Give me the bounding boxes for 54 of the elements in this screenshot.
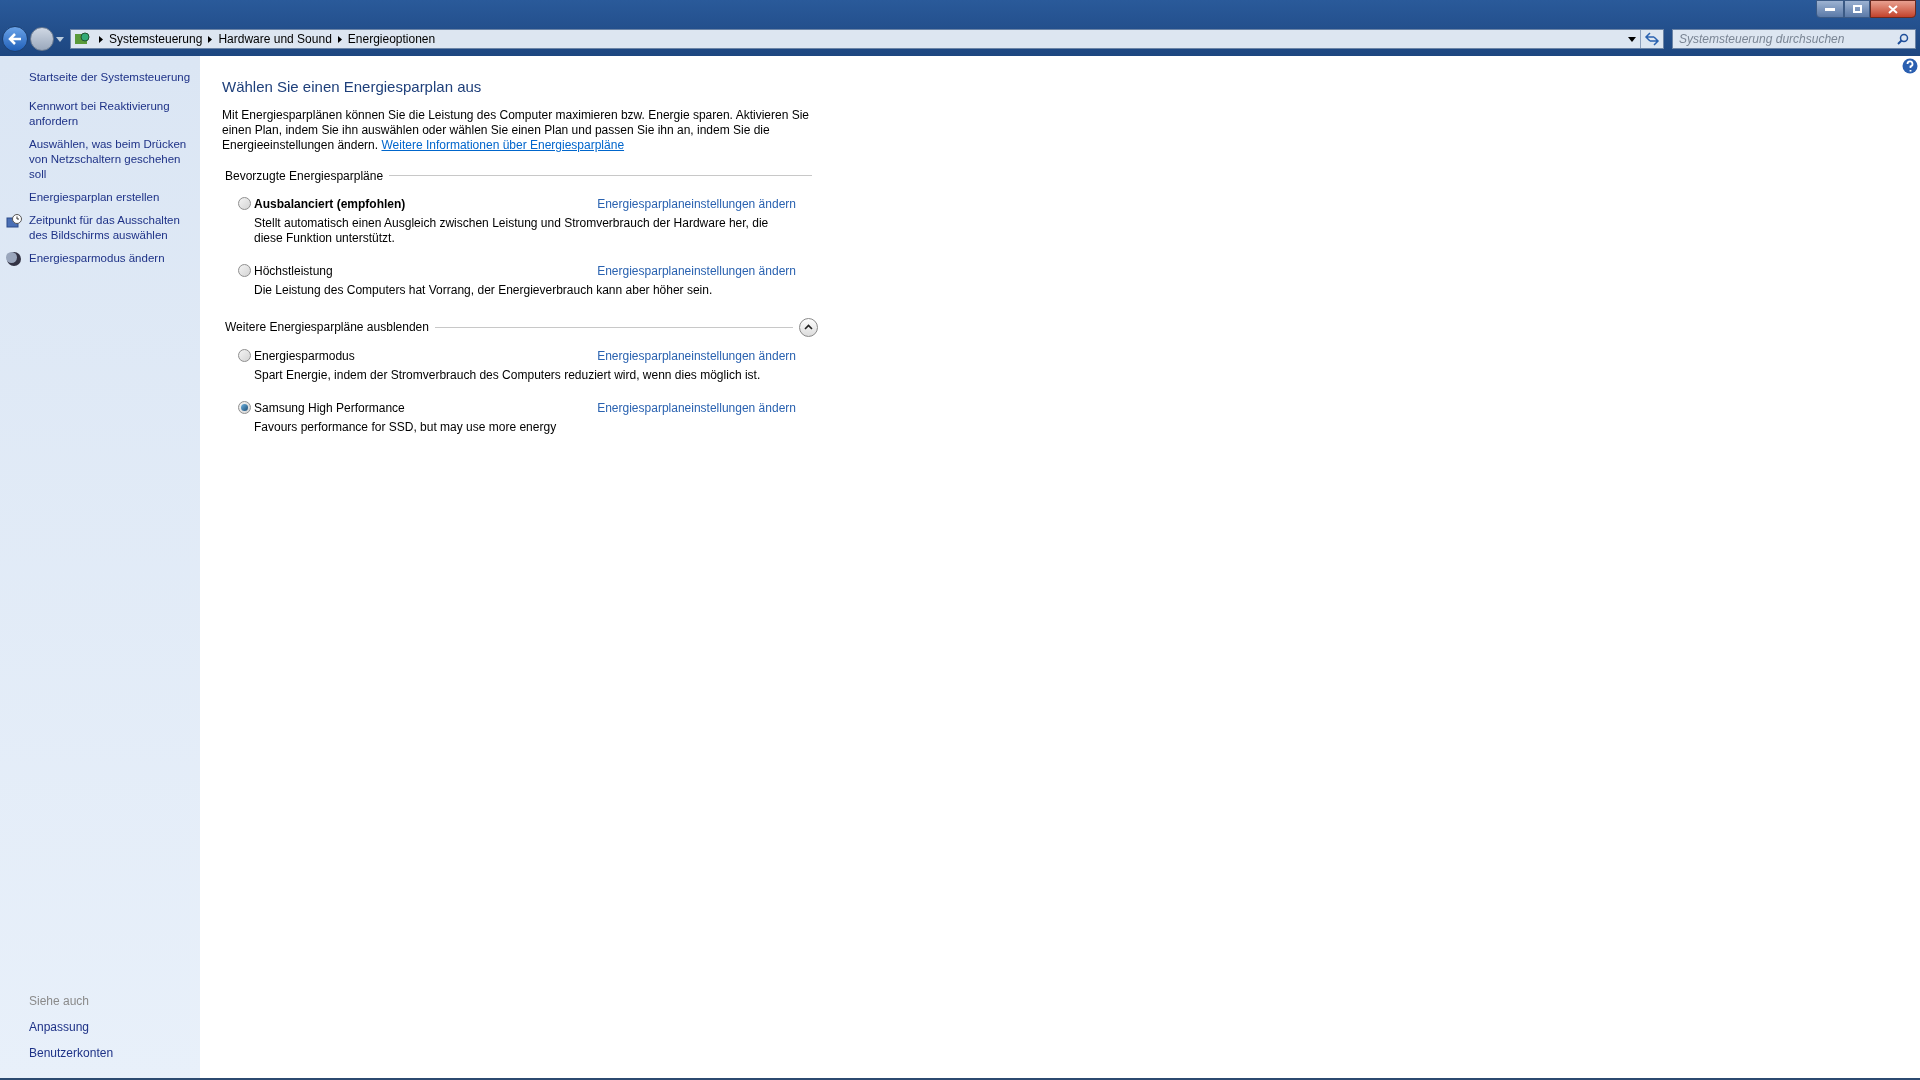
sidebar-link[interactable]: Kennwort bei Reaktivierung anfordern	[29, 99, 200, 129]
radio-button[interactable]	[238, 400, 251, 414]
chevron-right-icon[interactable]	[99, 35, 103, 43]
address-bar[interactable]: Systemsteuerung Hardware und Sound Energieoptionen	[70, 29, 1664, 49]
plan-description: Stellt automatisch einen Ausgleich zwischen Leistung und Stromverbrauch der Hardware her, die diese Funktion unterstützt.	[254, 215, 770, 246]
sidebar-link[interactable]: Benutzerkonten	[29, 1044, 200, 1062]
close-icon	[1888, 4, 1898, 14]
control-panel-icon	[74, 31, 90, 47]
plan-name: Energiesparmodus	[254, 347, 355, 365]
search-field[interactable]: Systemsteuerung durchsuchen	[1672, 29, 1916, 49]
more-info-link[interactable]: Weitere Informationen über Energiesparpläne	[381, 137, 625, 152]
radio-button[interactable]	[238, 348, 251, 362]
sidebar-link[interactable]: Auswählen, was beim Drücken von Netzschaltern geschehen soll	[29, 137, 200, 182]
plan-name: Samsung High Performance	[254, 399, 405, 417]
close-button[interactable]	[1870, 0, 1916, 18]
plan-description: Spart Energie, indem der Stromverbrauch des Computers reduziert wird, wenn dies möglich ist.	[254, 367, 762, 383]
plan-name: Ausbalanciert (empfohlen)	[254, 195, 406, 213]
minimize-button[interactable]	[1816, 0, 1844, 18]
sidebar-link[interactable]: Anpassung	[29, 1018, 200, 1036]
sidebar-link[interactable]: Zeitpunkt für das Ausschalten des Bildschirms auswählen	[29, 213, 200, 243]
plan-settings-link[interactable]: Energiesparplaneinstellungen ändern	[597, 261, 796, 280]
breadcrumb-link[interactable]: Energieoptionen	[347, 30, 436, 48]
group-heading: Bevorzugte Energiesparpläne	[225, 167, 384, 185]
sidebar-link[interactable]: Energiesparmodus ändern	[29, 251, 200, 266]
radio-button[interactable]	[238, 263, 251, 277]
plan-settings-link[interactable]: Energiesparplaneinstellungen ändern	[597, 194, 796, 213]
breadcrumb-link[interactable]: Hardware und Sound	[218, 30, 332, 48]
plan-name: Höchstleistung	[254, 262, 333, 280]
help-icon[interactable]	[1902, 58, 1918, 74]
collapse-button[interactable]	[799, 317, 818, 337]
section-heading: Siehe auch	[29, 993, 91, 1010]
arrow-left-icon	[8, 33, 22, 45]
intro-text: Mit Energiesparplänen können Sie die Leistung des Computer maximieren bzw. Energie sparen. Aktivieren Sie einen Plan, indem Sie ihn auswählen oder wählen Sie einen Plan und passen Sie ihn an, indem Sie die Energieeinstellungen ändern. Weitere Informationen über Energiesparpläne	[222, 107, 810, 153]
chevron-up-icon	[804, 324, 813, 330]
breadcrumb-link[interactable]: Systemsteuerung	[109, 30, 203, 48]
back-button[interactable]	[2, 26, 28, 52]
forward-button[interactable]	[30, 27, 54, 51]
sidebar-link[interactable]: Energiesparplan erstellen	[29, 190, 200, 205]
refresh-icon[interactable]	[1644, 32, 1660, 46]
plan-settings-link[interactable]: Energiesparplaneinstellungen ändern	[597, 398, 796, 417]
dropdown-arrow-icon[interactable]	[1628, 36, 1636, 42]
group-heading: Weitere Energiesparpläne ausblenden	[225, 319, 429, 336]
monitor-clock-icon	[6, 214, 22, 230]
radio-button[interactable]	[238, 196, 251, 210]
chevron-right-icon[interactable]	[208, 35, 213, 43]
page-title: Wählen Sie einen Energiesparplan aus	[222, 77, 483, 97]
moon-icon	[6, 251, 22, 267]
sidebar-link[interactable]: Startseite der Systemsteuerung	[29, 70, 200, 85]
chevron-right-icon[interactable]	[337, 35, 342, 43]
plan-description: Favours performance for SSD, but may use more energy	[254, 419, 558, 435]
maximize-button[interactable]	[1844, 0, 1870, 18]
search-icon[interactable]	[1897, 33, 1909, 45]
plan-settings-link[interactable]: Energiesparplaneinstellungen ändern	[597, 346, 796, 365]
plan-description: Die Leistung des Computers hat Vorrang, der Energieverbrauch kann aber höher sein.	[254, 282, 714, 298]
